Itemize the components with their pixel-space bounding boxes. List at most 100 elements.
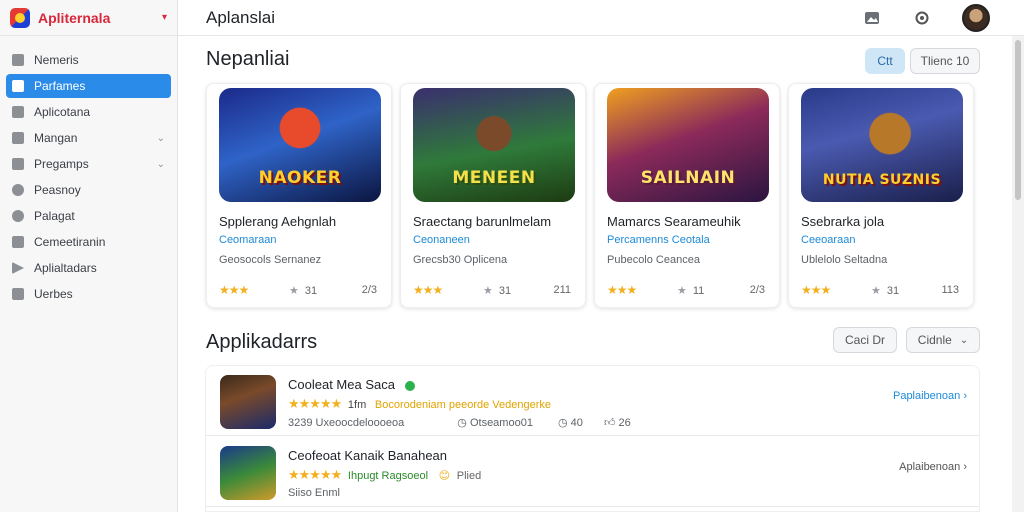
brand[interactable]: Apliternala ▾ <box>0 0 177 36</box>
app-card-title: Mamarcs Searameuhik <box>607 214 741 229</box>
chevron-down-icon[interactable]: ▾ <box>162 12 167 23</box>
sidebar-item-palagat[interactable]: Palagat <box>6 204 171 228</box>
app-card-meta: Grecsb30 Oplicena <box>413 254 508 266</box>
app-card-rating-value: 31 <box>304 285 318 297</box>
app-card-image: SAILNAIN <box>607 88 769 202</box>
app-card-publisher[interactable]: Ceeoaraan <box>801 234 855 246</box>
sidebar-item-parfames[interactable]: Parfames <box>6 74 171 98</box>
app-card-meta: Ublelolo Seltadna <box>801 254 888 266</box>
filter-dropdown-label: Cidnle <box>917 333 952 347</box>
list-item-meta: Siiso Enml <box>288 487 340 499</box>
sidebar-item-aplicotana[interactable]: Aplicotana <box>6 100 171 124</box>
app-card-stars: ★★★ <box>801 283 831 297</box>
app-card-rating: ★ 31 <box>483 284 511 297</box>
list-item-rating-text: 1fm <box>347 399 367 411</box>
emoji-icon: 😊 <box>438 470 451 482</box>
list-item[interactable]: Ceofeoat Kanaik Banahean ★★★★★ Ihpugt Ra… <box>206 437 979 507</box>
filter-dropdown[interactable]: Cidnle ⌄ <box>906 327 980 353</box>
sidebar-item-pregamps[interactable]: Pregamps ⌄ <box>6 152 171 176</box>
star-icon: ★ <box>289 285 299 297</box>
list-item-rating-text: Ihpugt Ragsoeol <box>347 470 429 482</box>
app-card-image: NUTIA SUZNIS <box>801 88 963 202</box>
app-card-rating: ★ 31 <box>289 284 317 297</box>
section-title-apps: Applikadarrs <box>206 331 318 353</box>
tools-icon <box>12 236 24 248</box>
sidebar-item-nemeris[interactable]: Nemeris <box>6 48 171 72</box>
app-card-count: 113 <box>941 284 959 296</box>
sidebar-item-label: Parfames <box>34 79 86 93</box>
list-item-title: Ceofeoat Kanaik Banahean <box>288 448 448 463</box>
pin-icon <box>12 210 24 222</box>
app-card-image-text: MENEEN <box>452 168 536 188</box>
verified-icon <box>404 380 415 391</box>
app-card-stars: ★★★ <box>607 283 637 297</box>
list-item-highlight: Bocorodeniam peeorde Vedengerke <box>374 399 552 411</box>
page-title: Aplanslai <box>206 7 275 27</box>
app-card-count: 2/3 <box>361 284 377 296</box>
app-card-publisher[interactable]: Percamenns Ceotala <box>607 234 710 246</box>
bars-icon <box>12 288 24 300</box>
app-card[interactable]: NAOKER Spplerang Aehgnlah Ceomaraan Geos… <box>206 83 392 308</box>
list-item[interactable]: Cooleat Mea Saca ★★★★★ 1fm Bocorodeniam … <box>206 366 979 436</box>
list-item-title-text: Cooleat Mea Saca <box>288 377 395 392</box>
clock-icon: ◷ <box>558 417 568 429</box>
chevron-down-icon[interactable]: ⌄ <box>157 133 165 144</box>
app-card-title: Sraectang barunlmelam <box>413 214 552 229</box>
app-card-image: MENEEN <box>413 88 575 202</box>
app-card-publisher[interactable]: Ceonaneen <box>413 234 470 246</box>
chevron-down-icon: ⌄ <box>959 334 969 346</box>
sidebar-item-aplialtadars[interactable]: Aplialtadars <box>6 256 171 280</box>
app-card-meta: Geosocols Sernanez <box>219 254 322 266</box>
list-item-stat1: Otseamoo01 <box>469 417 533 429</box>
list-item-thumbnail <box>220 375 276 429</box>
home-icon <box>12 54 24 66</box>
scrollbar[interactable] <box>1012 36 1024 512</box>
box-icon <box>12 158 24 170</box>
app-list: Cooleat Mea Saca ★★★★★ 1fm Bocorodeniam … <box>205 365 980 512</box>
send-icon <box>12 262 24 274</box>
sidebar-item-label: Aplicotana <box>34 105 91 119</box>
list-item-meta-text: 3239 Uxeoocdeloooeoa <box>288 417 405 429</box>
top-header: Aplanslai <box>178 0 1024 36</box>
app-card-image-text: SAILNAIN <box>640 168 736 188</box>
sidebar-item-mangan[interactable]: Mangan ⌄ <box>6 126 171 150</box>
sidebar-item-uerbes[interactable]: Uerbes <box>6 282 171 306</box>
list-item-stars: ★★★★★ <box>288 467 342 482</box>
app-card-image-text: NAOKER <box>258 168 342 188</box>
app-card[interactable]: NUTIA SUZNIS Ssebrarka jola Ceeoaraan Ub… <box>788 83 974 308</box>
scrollbar-thumb[interactable] <box>1015 40 1021 200</box>
section-title-featured: Nepanliai <box>206 48 290 70</box>
apps-icon <box>12 80 24 92</box>
app-card-rating-value: 31 <box>498 285 512 297</box>
list-item-action-link[interactable]: Paplaibenoan › <box>893 390 967 402</box>
list-item-thumbnail <box>220 446 276 500</box>
app-logo-icon <box>10 7 30 28</box>
sidebar-item-label: Aplialtadars <box>34 261 97 275</box>
list-item-stat2: 40 <box>570 417 583 429</box>
sidebar-item-peasnoy[interactable]: Peasnoy <box>6 178 171 202</box>
app-card[interactable]: SAILNAIN Mamarcs Searameuhik Percamenns … <box>594 83 780 308</box>
filter-secondary-button[interactable]: Tlienc 10 <box>910 48 980 74</box>
image-icon[interactable] <box>862 8 882 28</box>
list-item-meta: 3239 Uxeoocdeloooeoa ◷ Otseamoo01 ◷ 40 👍… <box>288 416 631 429</box>
star-icon: ★ <box>677 285 687 297</box>
app-card-meta: Pubecolo Ceancea <box>607 254 700 266</box>
chevron-down-icon[interactable]: ⌄ <box>157 159 165 170</box>
app-card[interactable]: MENEEN Sraectang barunlmelam Ceonaneen G… <box>400 83 586 308</box>
settings-icon[interactable] <box>912 8 932 28</box>
list-item-action-link[interactable]: Aplaibenoan › <box>899 461 967 473</box>
filter-primary-button[interactable]: Ctt <box>865 48 905 74</box>
app-card-rating: ★ 11 <box>677 284 704 297</box>
sidebar-item-label: Mangan <box>34 131 78 145</box>
sidebar-item-label: Nemeris <box>34 53 79 67</box>
sidebar-item-label: Uerbes <box>34 287 73 301</box>
sort-button[interactable]: Caci Dr <box>833 327 897 353</box>
app-card-publisher[interactable]: Ceomaraan <box>219 234 276 246</box>
sidebar-item-cemeetiranin[interactable]: Cemeetiranin <box>6 230 171 254</box>
grid-icon <box>12 106 24 118</box>
app-card-title: Ssebrarka jola <box>801 214 885 229</box>
list-item-stars: ★★★★★ <box>288 396 342 411</box>
app-card-image-text: NUTIA SUZNIS <box>822 172 942 188</box>
avatar[interactable] <box>962 3 990 32</box>
list-item-highlight: Plied <box>456 470 482 482</box>
